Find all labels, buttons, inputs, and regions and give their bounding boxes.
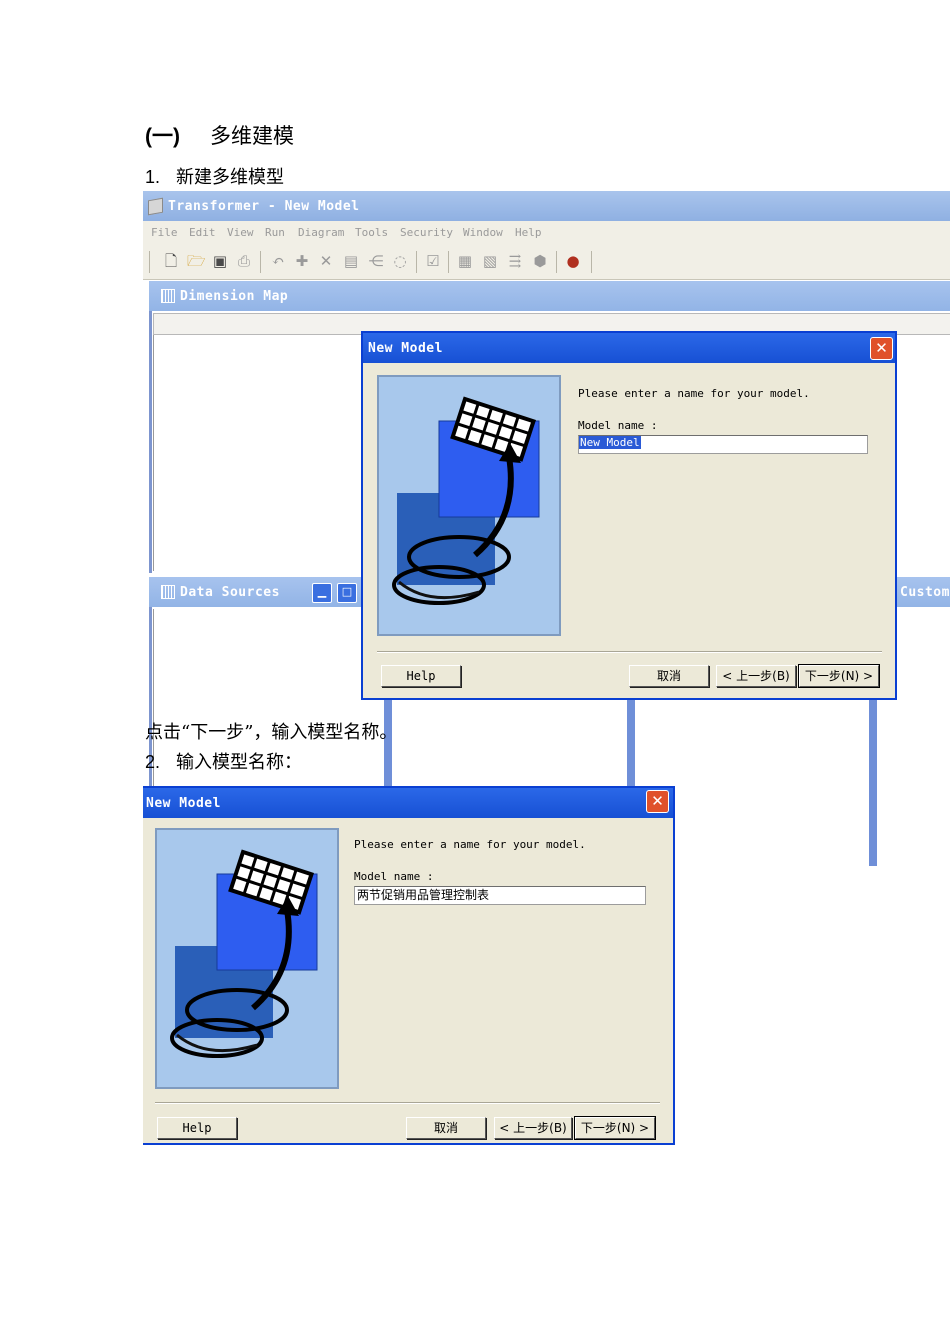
- menu-window[interactable]: Window: [463, 226, 503, 239]
- cancel-button[interactable]: 取消: [629, 665, 709, 687]
- add-icon[interactable]: ✚: [293, 252, 311, 270]
- model-name-label: Model name :: [354, 870, 434, 883]
- heading-number: (一): [145, 125, 180, 148]
- panel-border: [869, 689, 877, 866]
- model-name-input[interactable]: New Model: [578, 435, 868, 454]
- wizard-illustration: [377, 375, 561, 636]
- next-button[interactable]: 下一步(N) >: [798, 664, 880, 688]
- model-name-value: New Model: [579, 436, 641, 449]
- close-icon[interactable]: ✕: [870, 337, 893, 360]
- custom-views-title: Custom: [900, 585, 950, 600]
- menu-diagram[interactable]: Diagram: [298, 226, 344, 239]
- cube-wizard-graphic: [170, 849, 318, 1058]
- package-icon[interactable]: ⬢: [531, 252, 549, 270]
- wizard-illustration: [155, 828, 339, 1089]
- properties-icon[interactable]: ▤: [342, 252, 360, 270]
- dialog-title: New Model: [368, 341, 443, 356]
- caption-text: 点击“下一步”，输入模型名称。: [145, 722, 398, 743]
- back-button[interactable]: < 上一步(B): [716, 665, 796, 687]
- model-name-value: 两节促销用品管理控制表: [357, 888, 490, 902]
- save-icon[interactable]: ▣: [211, 252, 229, 270]
- new-model-dialog: New Model ✕ Please enter a name for your…: [361, 331, 897, 700]
- step-1-text: 新建多维模型: [176, 167, 285, 188]
- dialog-separator: [155, 1102, 660, 1104]
- menu-security[interactable]: Security: [400, 226, 453, 239]
- generate-icon[interactable]: ◌: [391, 252, 409, 270]
- dialog-prompt: Please enter a name for your model.: [354, 838, 586, 851]
- cube-wizard-graphic: [392, 396, 540, 605]
- print-icon[interactable]: ⎙: [235, 252, 253, 270]
- help-button[interactable]: Help: [381, 665, 461, 687]
- dimension-icon[interactable]: ⋲: [367, 252, 385, 270]
- custom-views-titlebar: Custom: [897, 577, 950, 607]
- data-sources-title: Data Sources: [180, 585, 280, 600]
- open-icon[interactable]: 🗁: [187, 252, 206, 270]
- dialog-titlebar: New Model ✕: [143, 788, 673, 818]
- dialog-separator: [377, 651, 882, 653]
- step-2-text: 输入模型名称：: [176, 752, 303, 773]
- next-button[interactable]: 下一步(N) >: [574, 1116, 656, 1140]
- cancel-button[interactable]: 取消: [406, 1117, 486, 1139]
- custom-views-area[interactable]: [897, 609, 950, 866]
- new-model-dialog-filled: New Model ✕ Please enter a name for your…: [143, 786, 675, 1145]
- undo-icon[interactable]: ↶: [269, 252, 287, 270]
- menu-help[interactable]: Help: [515, 226, 542, 239]
- new-icon[interactable]: 🗋: [162, 252, 180, 270]
- menu-file[interactable]: File: [151, 226, 178, 239]
- step-1-number: 1.: [145, 167, 161, 187]
- step-2: 2. 输入模型名称：: [145, 748, 302, 774]
- menu-edit[interactable]: Edit: [189, 226, 216, 239]
- model-name-input[interactable]: 两节促销用品管理控制表: [354, 886, 646, 905]
- section-heading: (一) 多维建模: [145, 120, 294, 150]
- step-1: 1. 新建多维模型: [145, 163, 284, 189]
- menu-view[interactable]: View: [227, 226, 254, 239]
- model-name-label: Model name :: [578, 419, 658, 432]
- check-icon[interactable]: ☑: [424, 252, 442, 270]
- dialog-title: New Model: [146, 796, 221, 811]
- category-icon[interactable]: ⇶: [506, 252, 524, 270]
- transformer-app-icon: [148, 197, 163, 216]
- menu-bar: File Edit View Run Diagram Tools Securit…: [143, 221, 950, 243]
- window-title: Transformer - New Model: [168, 199, 360, 214]
- help-button[interactable]: Help: [157, 1117, 237, 1139]
- panel-icon: [161, 585, 175, 599]
- toolbar: 🗋 🗁 ▣ ⎙ ↶ ✚ ✕ ▤ ⋲ ◌ ☑ ▦ ▧ ⇶ ⬢ ●: [143, 243, 950, 280]
- dimension-map-titlebar: Dimension Map: [149, 281, 950, 311]
- menu-tools[interactable]: Tools: [355, 226, 388, 239]
- data-sources-titlebar: Data Sources ▁ □: [149, 577, 364, 607]
- dimension-map-title: Dimension Map: [180, 289, 289, 304]
- panel-icon: [161, 289, 175, 303]
- powercube-icon[interactable]: ▧: [481, 252, 499, 270]
- dialog-prompt: Please enter a name for your model.: [578, 387, 810, 400]
- maximize-icon[interactable]: □: [337, 583, 357, 603]
- dialog-titlebar: New Model ✕: [363, 333, 895, 363]
- menu-run[interactable]: Run: [265, 226, 285, 239]
- cube-icon[interactable]: ▦: [456, 252, 474, 270]
- back-button[interactable]: < 上一步(B): [494, 1117, 572, 1139]
- minimize-icon[interactable]: ▁: [312, 583, 332, 603]
- heading-text: 多维建模: [210, 124, 294, 148]
- delete-icon[interactable]: ✕: [317, 252, 335, 270]
- step-2-number: 2.: [145, 752, 161, 772]
- ball-icon[interactable]: ●: [564, 252, 582, 270]
- window-titlebar: Transformer - New Model: [143, 191, 950, 221]
- close-icon[interactable]: ✕: [646, 790, 669, 813]
